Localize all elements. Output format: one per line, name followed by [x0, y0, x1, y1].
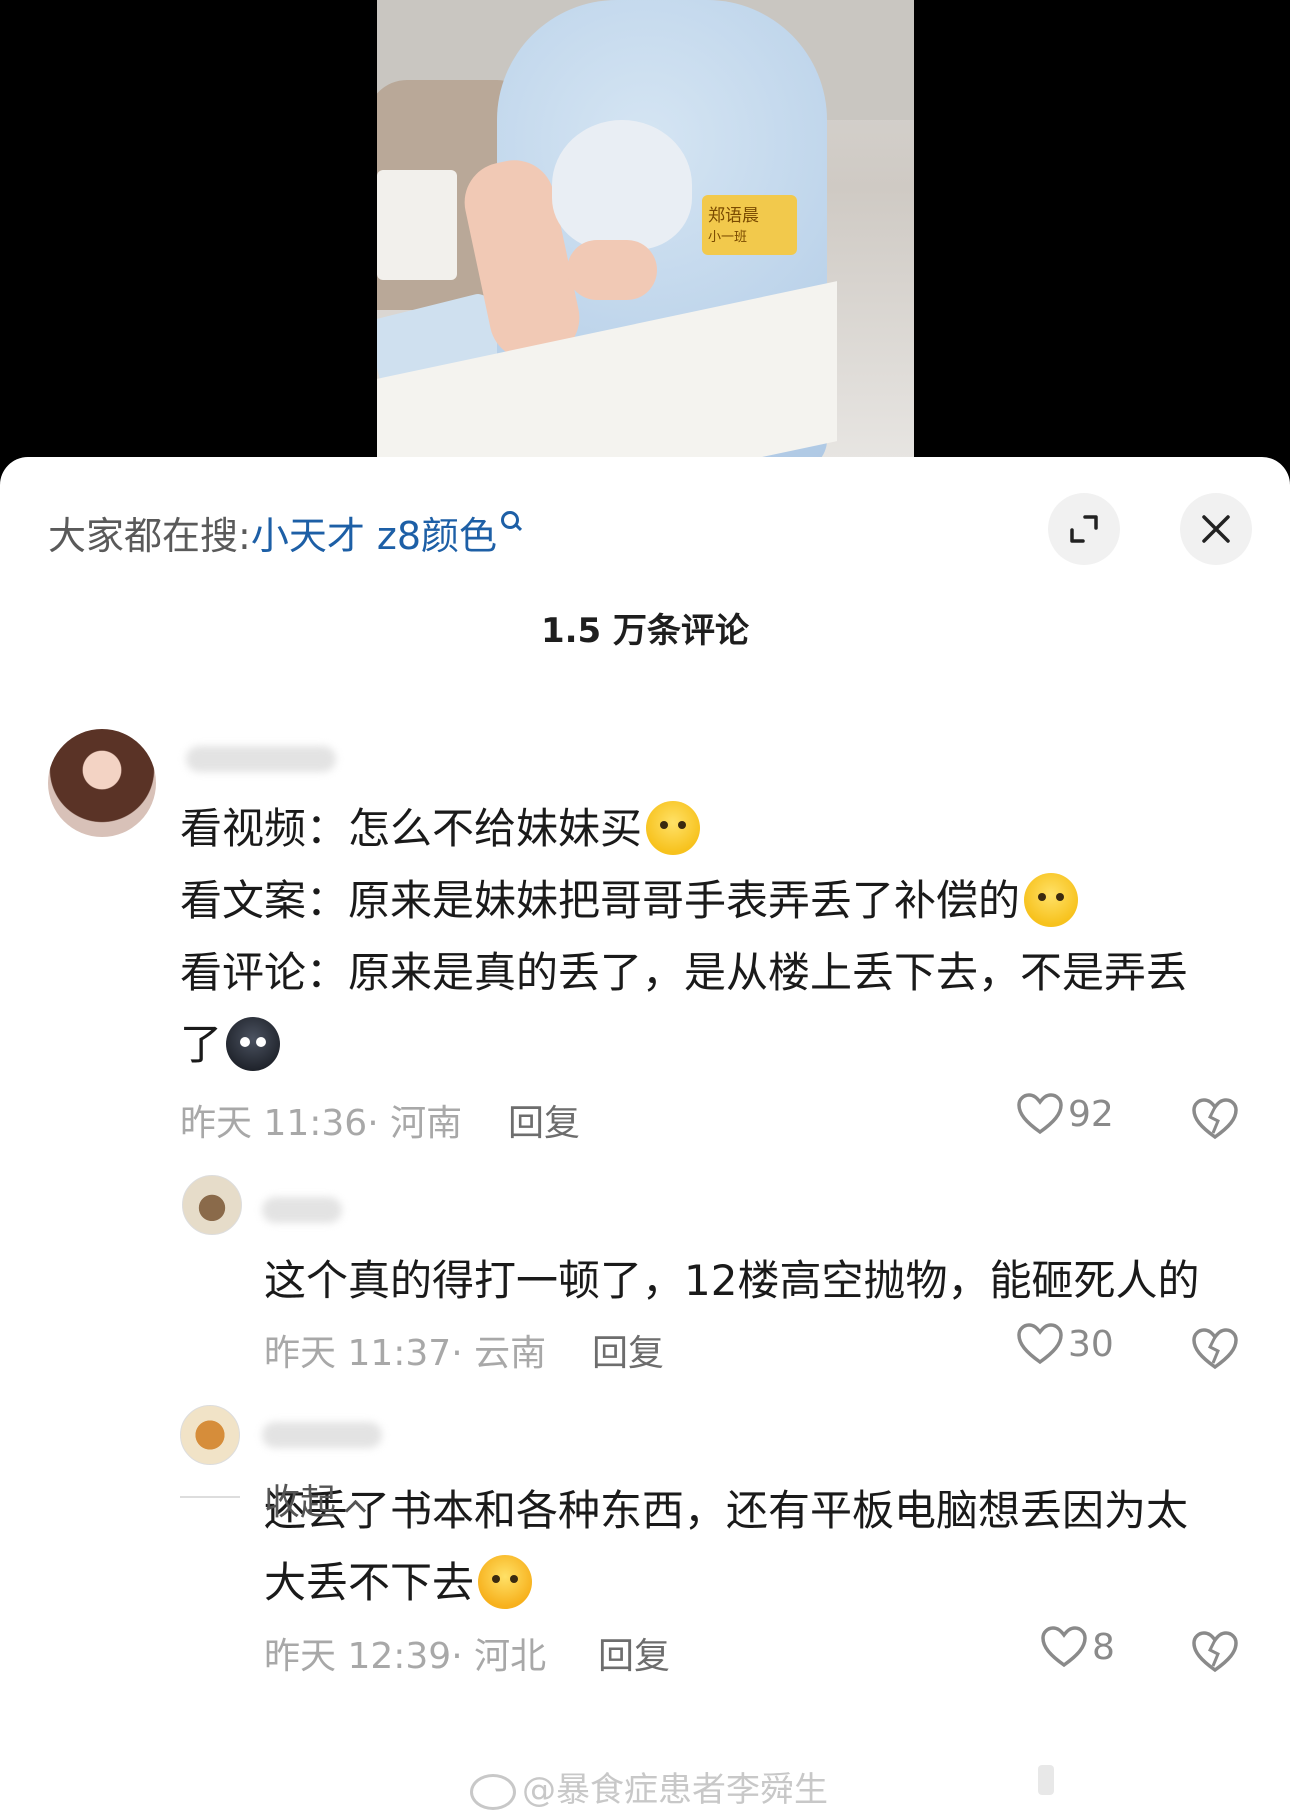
comment-meta: 昨天 11:36· 河南: [180, 1103, 463, 1144]
video-child-hand: [567, 240, 657, 300]
like-count: 30: [1068, 1323, 1114, 1365]
heart-icon: [1017, 1323, 1063, 1365]
watermark: @暴食症患者李舜生: [470, 1762, 828, 1811]
video-paper-bag: [377, 170, 457, 280]
avatar[interactable]: [180, 1405, 240, 1465]
chevron-up-icon: [344, 1499, 367, 1522]
comment-line-text: 看评论：原来是真的丢了，是从楼上丢下去，不是弄丢: [180, 948, 1189, 997]
comment-line-text: 这个真的得打一顿了，12楼高空抛物，能砸死人的: [264, 1256, 1200, 1305]
like-button[interactable]: 30: [1016, 1322, 1114, 1366]
like-count: 92: [1068, 1093, 1114, 1135]
like-button[interactable]: 8: [1040, 1625, 1115, 1669]
comment-line-text: 了: [180, 1020, 223, 1069]
scroll-indicator: [1038, 1765, 1054, 1795]
close-button[interactable]: [1180, 493, 1252, 565]
heart-icon: [1041, 1626, 1087, 1668]
comment-count: 1.5 万条评论: [540, 611, 750, 651]
video-name-tag: 郑语晨 小一班: [702, 195, 797, 255]
search-icon: [501, 511, 523, 533]
trending-search-term[interactable]: 小天才 z8颜色: [251, 514, 497, 558]
expand-button[interactable]: [1048, 493, 1120, 565]
avatar[interactable]: [182, 1175, 242, 1235]
username-blurred[interactable]: [262, 1197, 342, 1223]
comment-line-text: 还丢了书本和各种东西，还有平板电脑想丢因为太: [264, 1486, 1189, 1535]
laughing-crying-emoji-icon: [478, 1554, 533, 1609]
dislike-icon[interactable]: [1191, 1097, 1239, 1141]
comment-meta: 昨天 12:39· 河北: [264, 1636, 547, 1677]
avatar[interactable]: [48, 729, 156, 837]
comment-line: 这个真的得打一顿了，12楼高空抛物，能砸死人的: [264, 1245, 1199, 1317]
name-tag-class: 小一班: [708, 230, 748, 245]
comment-line: 看评论：原来是真的丢了，是从楼上丢下去，不是弄丢: [180, 937, 1188, 1009]
angry-emoji-icon: [646, 800, 701, 855]
comment-line-text: 看视频：怎么不给妹妹买: [180, 804, 643, 853]
comment-line-text: 大丢不下去: [264, 1558, 475, 1607]
expand-icon: [1070, 515, 1098, 543]
like-count: 8: [1092, 1626, 1115, 1668]
like-button[interactable]: 92: [1016, 1092, 1114, 1136]
comment-sheet: 大家都在搜:小天才 z8颜色 1.5 万条评论 看视频：怎么不给妹妹买 看文案：…: [0, 457, 1290, 1814]
comment-line: 看文案：原来是妹妹把哥哥手表弄丢了补偿的: [180, 865, 1079, 937]
sweat-emoji-icon: [226, 1016, 281, 1071]
collapse-replies-button[interactable]: 收起: [264, 1473, 367, 1525]
trending-search-prefix: 大家都在搜:: [48, 514, 251, 558]
dislike-icon[interactable]: [1191, 1630, 1239, 1674]
reply-button[interactable]: 回复: [598, 1627, 670, 1679]
reply-button[interactable]: 回复: [508, 1094, 580, 1146]
comment-line: 还丢了书本和各种东西，还有平板电脑想丢因为太: [264, 1475, 1188, 1547]
comment-line-text: 看文案：原来是妹妹把哥哥手表弄丢了补偿的: [180, 876, 1021, 925]
comment-line: 大丢不下去: [264, 1547, 533, 1619]
shocked-emoji-icon: [1024, 872, 1079, 927]
comment-meta: 昨天 11:37· 云南: [264, 1333, 547, 1374]
collapse-label: 收起: [264, 1482, 337, 1523]
username-blurred[interactable]: [186, 746, 336, 772]
weibo-icon: [470, 1773, 516, 1810]
video-frame: 郑语晨 小一班: [377, 0, 914, 470]
name-tag-name: 郑语晨: [708, 206, 759, 226]
comment-line: 了: [180, 1009, 281, 1081]
watermark-text: @暴食症患者李舜生: [522, 1770, 828, 1810]
username-blurred[interactable]: [262, 1422, 382, 1448]
heart-icon: [1017, 1093, 1063, 1135]
dislike-icon[interactable]: [1191, 1327, 1239, 1371]
trending-search[interactable]: 大家都在搜:小天才 z8颜色: [48, 505, 523, 560]
close-icon: [1202, 515, 1230, 543]
divider: [180, 1496, 240, 1498]
reply-button[interactable]: 回复: [592, 1324, 664, 1376]
video-player[interactable]: 郑语晨 小一班: [0, 0, 1290, 470]
comment-line: 看视频：怎么不给妹妹买: [180, 793, 701, 865]
video-heart-patch: [552, 120, 692, 250]
